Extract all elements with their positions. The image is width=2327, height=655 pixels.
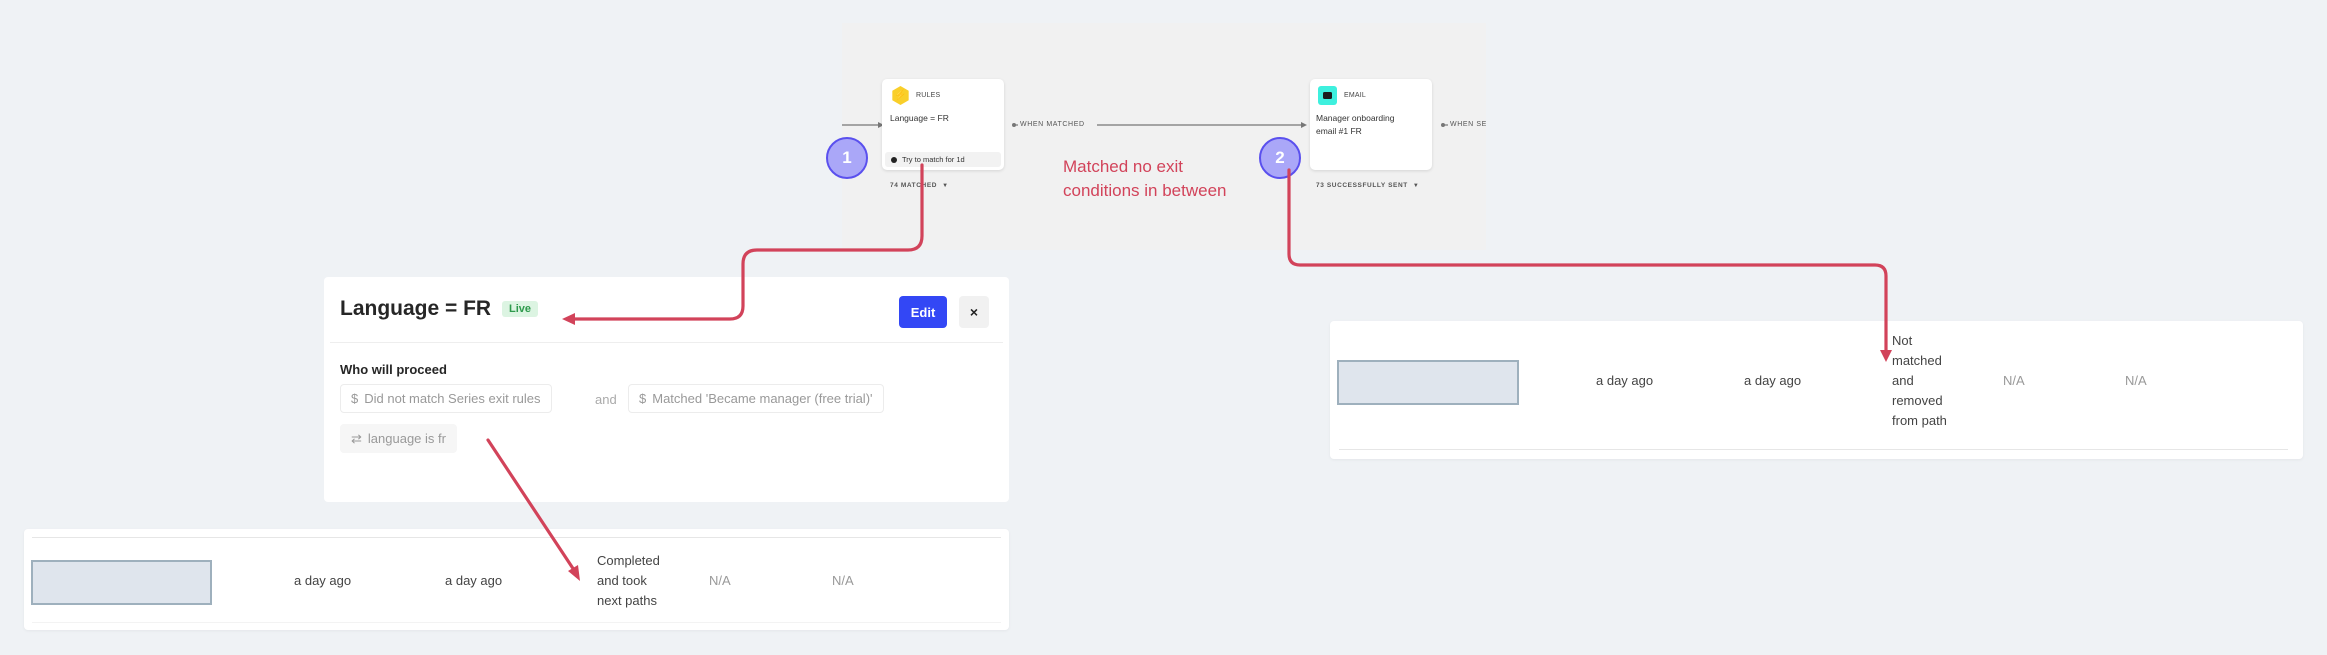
- edge-label-when-sent: WHEN SEN: [1450, 121, 1486, 128]
- matched-count-dropdown[interactable]: 74 MATCHED ▼: [890, 182, 949, 189]
- condition-chip[interactable]: $ Did not match Series exit rules: [340, 384, 552, 413]
- journey-table-left: a day ago a day ago Completed and took n…: [24, 529, 1009, 630]
- email-node[interactable]: EMAIL Manager onboarding email #1 FR: [1310, 79, 1432, 170]
- email-icon: [1318, 86, 1337, 105]
- try-match-label: Try to match for 1d: [902, 155, 965, 164]
- cell-status: Completed and took next paths: [597, 553, 660, 608]
- row-divider: [1339, 449, 2288, 450]
- status-badge: Live: [502, 301, 539, 317]
- cell-na: N/A: [832, 573, 854, 588]
- rule-detail-panel: Language = FR Live Edit × Who will proce…: [324, 277, 1009, 502]
- section-label: Who will proceed: [340, 362, 447, 377]
- clock-icon: [891, 156, 897, 163]
- cell-updated: a day ago: [1744, 373, 1802, 388]
- edge-label-when-matched: WHEN MATCHED: [1020, 121, 1085, 128]
- cell-na: N/A: [709, 573, 731, 588]
- user-avatar-placeholder: [1337, 360, 1519, 405]
- cell-na: N/A: [2003, 373, 2025, 388]
- node-type-label: RULES: [916, 92, 941, 99]
- cell-entered: a day ago: [1596, 373, 1654, 388]
- cell-entered: a day ago: [294, 573, 352, 588]
- close-button[interactable]: ×: [959, 296, 989, 328]
- cell-updated: a day ago: [445, 573, 503, 588]
- user-avatar-placeholder: [31, 560, 212, 605]
- sent-count-dropdown[interactable]: 73 SUCCESSFULLY SENT ▼: [1316, 182, 1419, 189]
- caret-down-icon: ▼: [942, 183, 949, 189]
- journey-table-right: a day ago a day ago Not matched and remo…: [1330, 321, 2303, 459]
- edit-button[interactable]: Edit: [899, 296, 947, 328]
- divider: [330, 342, 1003, 343]
- step-marker-2: 2: [1259, 137, 1301, 179]
- row-divider: [32, 537, 1001, 538]
- annotation-note: Matched no exit conditions in between: [1063, 157, 1227, 200]
- swap-icon: ⇄: [351, 430, 362, 446]
- cell-status: Not matched and removed from path: [1892, 333, 1947, 428]
- series-icon: $: [639, 391, 647, 406]
- panel-title: Language = FR: [340, 297, 492, 320]
- condition-chip[interactable]: $ Matched 'Became manager (free trial)': [628, 384, 884, 413]
- series-icon: $: [351, 391, 359, 406]
- try-match-row: Try to match for 1d: [885, 152, 1001, 167]
- condition-chip[interactable]: ⇄ language is fr: [340, 424, 457, 453]
- node-title: Manager onboarding email #1 FR: [1316, 113, 1395, 136]
- row-divider: [32, 622, 1001, 623]
- node-title: Language = FR: [890, 113, 949, 123]
- matched-edge-arrow: [1301, 122, 1307, 128]
- and-label: and: [595, 392, 617, 407]
- caret-down-icon: ▼: [1412, 183, 1420, 189]
- rules-node[interactable]: ⚡ RULES Language = FR Try to match for 1…: [882, 79, 1004, 170]
- node-type-label: EMAIL: [1344, 92, 1367, 99]
- step-marker-1: 1: [826, 137, 868, 179]
- flow-canvas[interactable]: ⚡ RULES Language = FR Try to match for 1…: [842, 23, 1486, 250]
- cell-na: N/A: [2125, 373, 2147, 388]
- lightning-icon: ⚡: [892, 86, 909, 105]
